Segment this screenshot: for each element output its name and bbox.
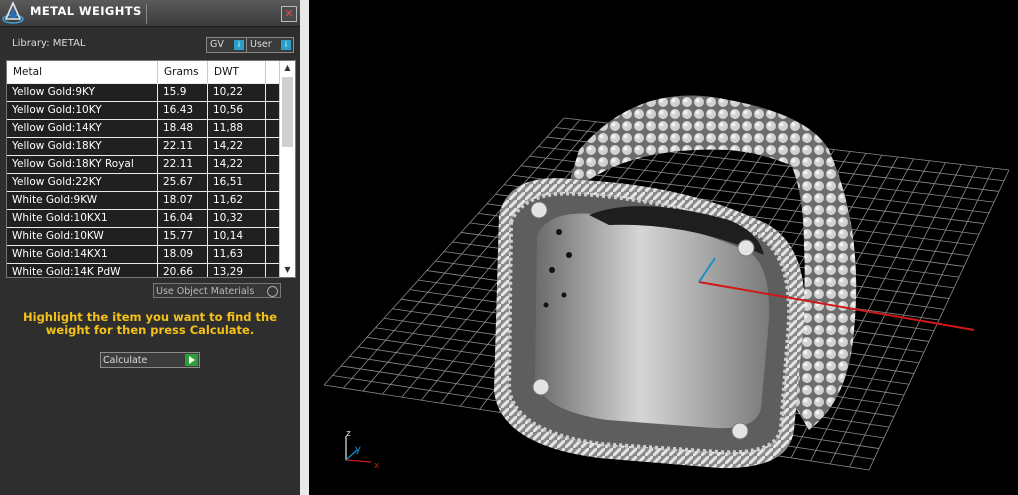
calculate-label: Calculate <box>103 355 148 366</box>
column-header-dwt[interactable]: DWT <box>208 61 266 83</box>
metal-weights-table[interactable]: Metal Grams DWT Yellow Gold:9KY 15.9 10,22… <box>6 60 296 278</box>
metal-weights-panel: METAL WEIGHTS ✕ Library: METAL GV i User… <box>0 0 300 495</box>
z-axis-label: z <box>346 429 351 439</box>
play-arrow-icon <box>185 354 198 366</box>
grams-cell: 18.09 <box>158 246 208 263</box>
dwt-cell: 10,32 <box>208 210 266 227</box>
grams-cell: 22.11 <box>158 138 208 155</box>
table-row[interactable]: Yellow Gold:9KY 15.9 10,22 <box>7 83 279 101</box>
row-filler <box>266 156 279 173</box>
dwt-cell: 10,22 <box>208 84 266 101</box>
row-filler <box>266 210 279 227</box>
column-header-grams[interactable]: Grams <box>158 61 208 83</box>
grams-cell: 15.77 <box>158 228 208 245</box>
table-row[interactable]: White Gold:14K PdW 20.66 13,29 <box>7 263 279 277</box>
metal-cell: White Gold:10KW <box>7 228 158 245</box>
axis-gizmo: z y x <box>345 429 380 471</box>
metal-cell: Yellow Gold:9KY <box>7 84 158 101</box>
row-filler <box>266 228 279 245</box>
info-icon: i <box>234 40 244 50</box>
metal-cell: Yellow Gold:18KY Royal <box>7 156 158 173</box>
3d-viewport[interactable]: z y x <box>309 0 1018 495</box>
library-label: Library: METAL <box>12 38 86 49</box>
dwt-cell: 14,22 <box>208 138 266 155</box>
grams-cell: 16.43 <box>158 102 208 119</box>
table-header: Metal Grams DWT <box>7 61 279 83</box>
row-filler <box>266 84 279 101</box>
row-filler <box>266 102 279 119</box>
table-row[interactable]: White Gold:9KW 18.07 11,62 <box>7 191 279 209</box>
table-row[interactable]: White Gold:10KX1 16.04 10,32 <box>7 209 279 227</box>
panel-splitter[interactable] <box>300 0 309 495</box>
x-axis-label: x <box>374 461 380 471</box>
gv-library-toggle[interactable]: GV i <box>206 37 247 53</box>
table-body: Yellow Gold:9KY 15.9 10,22 Yellow Gold:10KY… <box>7 83 279 277</box>
info-icon: i <box>281 40 291 50</box>
panel-title: METAL WEIGHTS <box>30 4 142 18</box>
metal-cell: Yellow Gold:18KY <box>7 138 158 155</box>
dwt-cell: 11,88 <box>208 120 266 137</box>
grams-cell: 16.04 <box>158 210 208 227</box>
table-row[interactable]: Yellow Gold:14KY 18.48 11,88 <box>7 119 279 137</box>
table-row[interactable]: Yellow Gold:18KY Royal 22.11 14,22 <box>7 155 279 173</box>
grams-cell: 20.66 <box>158 264 208 277</box>
calculate-button[interactable]: Calculate <box>100 352 200 368</box>
metal-cell: Yellow Gold:22KY <box>7 174 158 191</box>
y-axis-label: y <box>355 444 361 455</box>
radio-icon <box>267 286 278 297</box>
grams-cell: 18.48 <box>158 120 208 137</box>
table-row[interactable]: Yellow Gold:18KY 22.11 14,22 <box>7 137 279 155</box>
metal-cell: White Gold:14KX1 <box>7 246 158 263</box>
use-object-materials-toggle[interactable]: Use Object Materials <box>153 283 281 298</box>
scroll-down-icon[interactable]: ▼ <box>280 263 295 277</box>
row-filler <box>266 246 279 263</box>
dwt-cell: 10,56 <box>208 102 266 119</box>
row-filler <box>266 192 279 209</box>
scroll-thumb[interactable] <box>282 77 293 147</box>
title-separator <box>146 4 147 24</box>
viewport-canvas[interactable]: z y x <box>309 0 1018 495</box>
metal-cell: Yellow Gold:14KY <box>7 120 158 137</box>
dwt-cell: 11,62 <box>208 192 266 209</box>
panel-titlebar[interactable]: METAL WEIGHTS ✕ <box>0 0 300 27</box>
grams-cell: 18.07 <box>158 192 208 209</box>
gv-toggle-label: GV <box>210 39 224 50</box>
user-library-toggle[interactable]: User i <box>246 37 294 53</box>
use-object-materials-label: Use Object Materials <box>156 286 255 297</box>
row-filler <box>266 138 279 155</box>
grams-cell: 22.11 <box>158 156 208 173</box>
metal-cell: White Gold:9KW <box>7 192 158 209</box>
metal-cell: White Gold:10KX1 <box>7 210 158 227</box>
scroll-up-icon[interactable]: ▲ <box>280 61 295 75</box>
grams-cell: 15.9 <box>158 84 208 101</box>
dwt-cell: 11,63 <box>208 246 266 263</box>
metal-cell: White Gold:14K PdW <box>7 264 158 277</box>
instruction-text: Highlight the item you want to find the … <box>23 310 277 337</box>
close-icon: ✕ <box>284 7 294 20</box>
table-row[interactable]: White Gold:14KX1 18.09 11,63 <box>7 245 279 263</box>
column-header-metal[interactable]: Metal <box>7 61 158 83</box>
user-toggle-label: User <box>250 39 272 50</box>
table-row[interactable]: Yellow Gold:22KY 25.67 16,51 <box>7 173 279 191</box>
row-filler <box>266 264 279 277</box>
dwt-cell: 16,51 <box>208 174 266 191</box>
dwt-cell: 10,14 <box>208 228 266 245</box>
table-row[interactable]: White Gold:10KW 15.77 10,14 <box>7 227 279 245</box>
metal-cell: Yellow Gold:10KY <box>7 102 158 119</box>
dwt-cell: 13,29 <box>208 264 266 277</box>
table-scrollbar[interactable]: ▲ ▼ <box>279 61 295 277</box>
close-button[interactable]: ✕ <box>281 6 297 22</box>
dwt-cell: 14,22 <box>208 156 266 173</box>
app-logo-icon <box>2 1 24 24</box>
ring-model[interactable] <box>494 95 857 469</box>
table-row[interactable]: Yellow Gold:10KY 16.43 10,56 <box>7 101 279 119</box>
grams-cell: 25.67 <box>158 174 208 191</box>
row-filler <box>266 174 279 191</box>
row-filler <box>266 120 279 137</box>
